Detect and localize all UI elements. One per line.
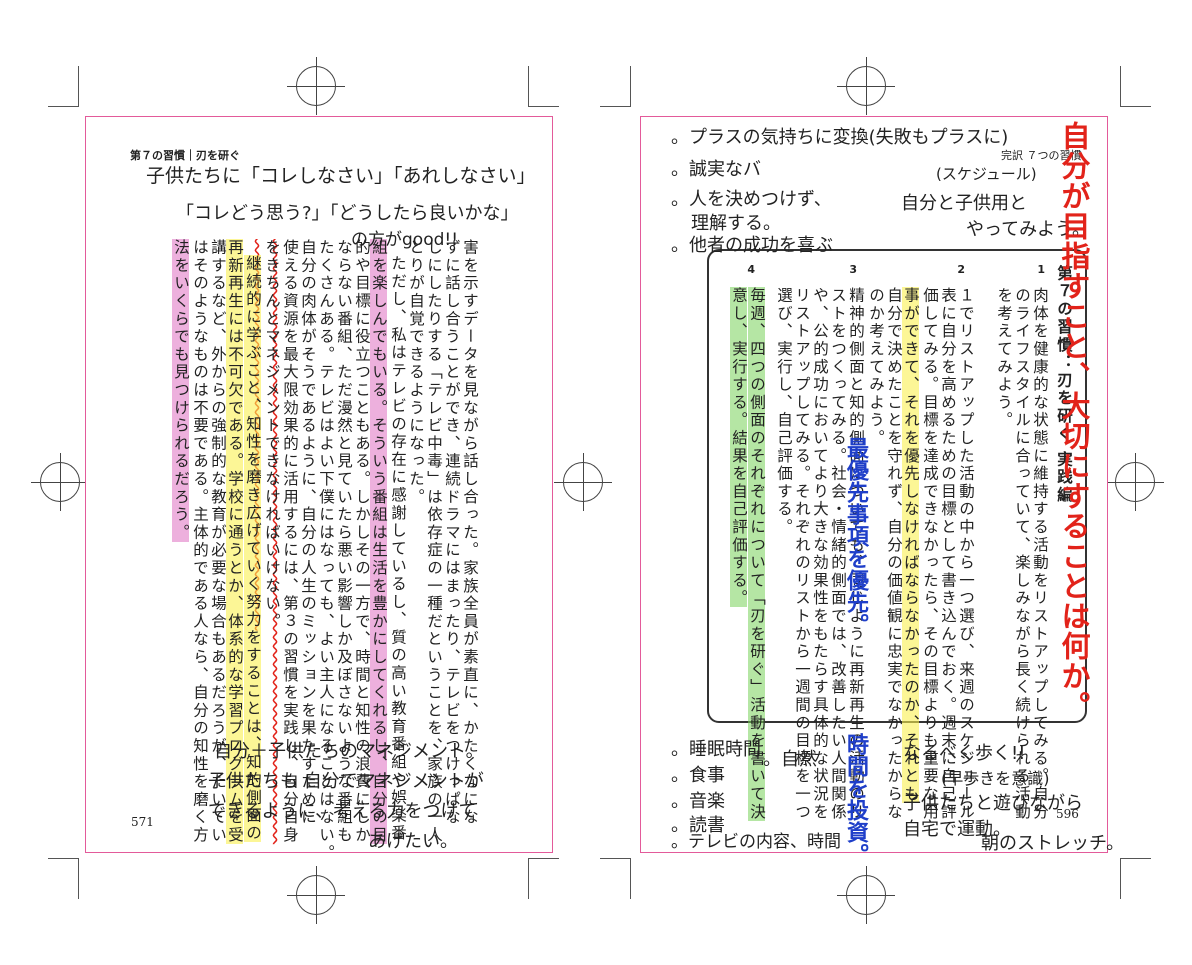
handwritten-note: (スケジュール) xyxy=(936,165,1037,183)
handwritten-note: 。食事 xyxy=(671,765,725,786)
handwritten-note: 。プラスの気持ちに変換(失敗もプラスに) xyxy=(671,127,1009,148)
handwritten-note: 子供たちも 自分でマネジメントが xyxy=(208,771,484,792)
registration-mark xyxy=(837,866,895,924)
handwritten-note: 。自然 xyxy=(763,749,817,770)
text-column: 選び、実行し、自己評価する。 xyxy=(775,287,793,537)
left-page: 第７の習慣｜刃を研ぐ 571 害を示すデータを見ながら話し合った。家族全員が素直… xyxy=(85,116,553,862)
crop-mark xyxy=(48,66,79,107)
handwritten-note: 自分＋子供たちのマネジメント。 xyxy=(214,741,484,762)
underlined-column: をきちんとマネジメントできなければいけない。 xyxy=(263,239,281,631)
handwritten-note: 朝のストレッチ。 xyxy=(981,833,1125,854)
registration-mark xyxy=(1106,453,1164,511)
handwritten-note: 。音楽 xyxy=(671,791,725,812)
right-page: 完訳 ７つの習慣 596 第７の習慣：刃を研ぐ 実践編 1 肉体を健康的な状態に… xyxy=(640,116,1124,865)
crop-mark xyxy=(528,858,559,899)
handwritten-note: なるべく歩く!! xyxy=(903,743,1026,764)
text-column: 肉体を健康的な状態に維持する活動をリストアップしてみる。自分 xyxy=(1031,287,1049,821)
handwritten-note: 。睡眠時間 xyxy=(671,739,761,760)
blue-handwritten-note: 最優先事項を優先。 xyxy=(843,437,868,635)
crop-mark xyxy=(600,858,631,899)
registration-mark xyxy=(31,453,89,511)
crop-mark xyxy=(1120,858,1151,899)
registration-mark xyxy=(554,453,612,511)
crop-mark xyxy=(528,66,559,107)
item-number: 4 xyxy=(747,263,755,276)
crop-mark xyxy=(48,858,79,899)
text-column: のか考えてみよう。 xyxy=(867,287,885,448)
registration-mark xyxy=(287,57,345,115)
handwritten-note: できるように、考える力をつけて xyxy=(208,801,477,822)
text-column: を考えてみよう。 xyxy=(995,287,1013,430)
text-column: はそのようなものは不要である。主体的である人なら、自分の知性を磨く方 xyxy=(191,239,209,845)
item-number: 2 xyxy=(957,263,965,276)
handwritten-note: 。誠実なバ xyxy=(671,159,761,180)
page-number: 571 xyxy=(131,815,154,829)
practice-box: 第７の習慣：刃を研ぐ 実践編 1 肉体を健康的な状態に維持する活動をリストアップ… xyxy=(707,249,1087,821)
item-number: 3 xyxy=(849,263,857,276)
registration-mark xyxy=(837,57,895,115)
handwritten-note: 子供たちに「コレしなさい」「あれしなさい」 xyxy=(146,165,536,187)
handwritten-note: 。人を決めつけず、 xyxy=(671,189,832,210)
registration-mark xyxy=(287,866,345,924)
handwritten-note: の方がgood!! xyxy=(351,230,459,250)
highlighted-column: 意し、実行する。結果を自己評価する。 xyxy=(729,287,748,608)
red-handwritten-note: 自分が目指すこと、大切にすることは何か。 xyxy=(1057,121,1091,721)
text-column: や、公的成功においてより大きな効果性をもたらす具体的な状況を xyxy=(811,287,829,821)
handwritten-note: 「コレどう思う?」「どうしたら良いかな」 xyxy=(176,203,519,224)
handwritten-note: (早歩きを意識) xyxy=(941,769,1050,788)
handwritten-note: 自分と子供用と xyxy=(901,193,1027,214)
text-column: リストアップしてみる。それぞれのリストから一週間の目標を一つ xyxy=(793,287,811,821)
text-column: とりが自覚できるようになった。 xyxy=(407,239,425,506)
blue-handwritten-note: 時間を投資。 xyxy=(843,733,868,865)
item-number: 1 xyxy=(1037,263,1045,276)
handwritten-note: 。他者の成功を喜ぶ xyxy=(671,235,833,256)
crop-mark xyxy=(1120,66,1151,107)
text-column: 自分で決めたことを守れず、自分の価値観に忠実でなかったからな xyxy=(885,287,903,821)
crop-mark xyxy=(600,66,631,107)
handwritten-note: 。テレビの内容、時間 xyxy=(671,832,841,852)
handwritten-note: あげたい。 xyxy=(368,831,458,852)
handwritten-note: 子供たちと遊びながら xyxy=(903,793,1083,814)
highlighted-column: 事ができて、それを優先しなければならなかったのか、それとも xyxy=(901,287,920,804)
highlighted-column: 法をいくらでも見つけられるだろう。 xyxy=(171,239,190,542)
